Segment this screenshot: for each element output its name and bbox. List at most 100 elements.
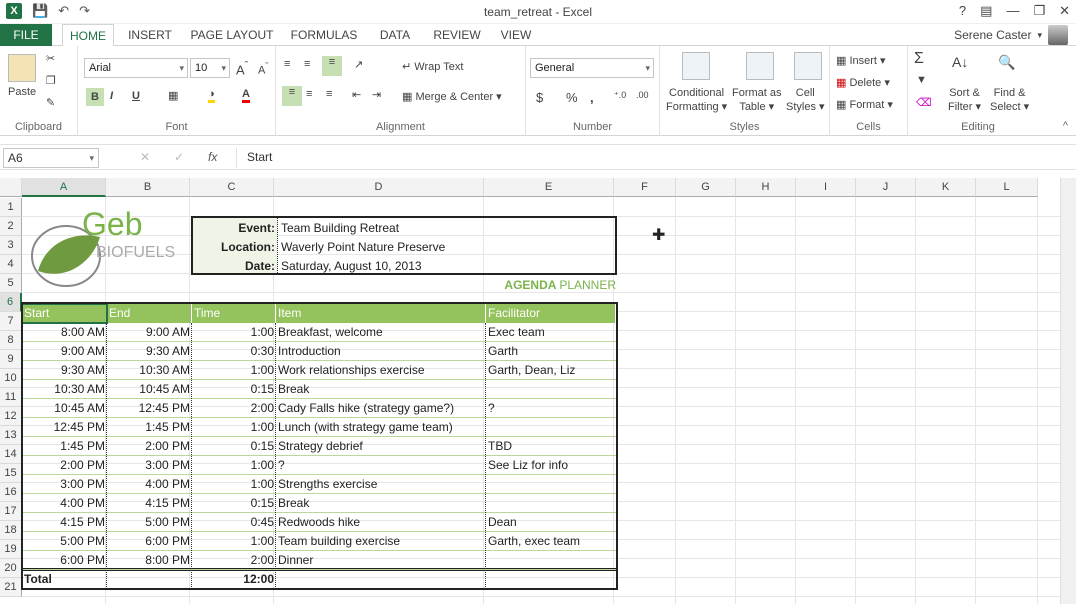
copy-icon[interactable]: ❐: [46, 74, 56, 87]
number-format-select[interactable]: General: [530, 58, 654, 78]
cell-styles-button[interactable]: Cell Styles ▾: [786, 86, 825, 114]
currency-button[interactable]: $: [536, 90, 543, 105]
align-center-icon[interactable]: ≡: [306, 88, 312, 100]
format-as-table-button[interactable]: Format as Table ▾: [732, 86, 782, 114]
clear-icon[interactable]: ⌫: [916, 96, 932, 109]
row-header-5[interactable]: 5: [0, 274, 22, 293]
align-middle-icon[interactable]: ≡: [304, 58, 310, 70]
row-header-9[interactable]: 9: [0, 350, 22, 369]
insert-cells-button[interactable]: ▦ Insert ▾: [836, 54, 886, 67]
tab-home[interactable]: HOME: [62, 24, 114, 47]
select-all-corner[interactable]: [0, 178, 22, 197]
column-header-e[interactable]: E: [484, 178, 614, 197]
font-color-icon[interactable]: A: [242, 88, 250, 103]
close-icon[interactable]: ✕: [1059, 3, 1070, 19]
tab-review[interactable]: REVIEW: [430, 24, 484, 46]
increase-decimal-icon[interactable]: ⁺.0: [614, 90, 626, 101]
align-right-icon[interactable]: ≡: [326, 88, 332, 100]
row-header-17[interactable]: 17: [0, 502, 22, 521]
sort-filter-button[interactable]: Sort & Filter ▾: [948, 86, 981, 114]
borders-icon[interactable]: ▦: [168, 89, 178, 102]
paste-icon[interactable]: [8, 54, 36, 82]
format-as-table-icon[interactable]: [746, 52, 774, 80]
row-header-7[interactable]: 7: [0, 312, 22, 331]
increase-indent-icon[interactable]: ⇥: [372, 88, 381, 101]
column-header-a[interactable]: A: [22, 178, 106, 197]
decrease-indent-icon[interactable]: ⇤: [352, 88, 361, 101]
row-header-20[interactable]: 20: [0, 559, 22, 578]
format-painter-icon[interactable]: ✎: [46, 96, 55, 109]
row-header-1[interactable]: 1: [0, 198, 22, 217]
name-box[interactable]: A6: [3, 148, 99, 168]
column-header-l[interactable]: L: [976, 178, 1038, 197]
align-top-icon[interactable]: ≡: [284, 58, 290, 70]
cell-styles-icon[interactable]: [794, 52, 822, 80]
tab-page-layout[interactable]: PAGE LAYOUT: [188, 24, 276, 46]
percent-button[interactable]: %: [566, 90, 578, 105]
vertical-scrollbar[interactable]: [1060, 178, 1076, 604]
column-header-c[interactable]: C: [190, 178, 274, 197]
enter-icon[interactable]: ✓: [174, 150, 184, 164]
column-header-g[interactable]: G: [676, 178, 736, 197]
column-header-d[interactable]: D: [274, 178, 484, 197]
autosum-icon[interactable]: Σ: [914, 50, 924, 68]
minimize-icon[interactable]: —: [1006, 3, 1019, 19]
paste-button[interactable]: Paste: [8, 86, 36, 98]
delete-cells-button[interactable]: ▦ Delete ▾: [836, 76, 890, 89]
grow-font-icon[interactable]: Aˆ: [236, 60, 248, 77]
font-family-select[interactable]: Arial: [84, 58, 188, 78]
row-header-19[interactable]: 19: [0, 540, 22, 559]
row-header-10[interactable]: 10: [0, 369, 22, 388]
tab-data[interactable]: DATA: [372, 24, 418, 46]
column-header-h[interactable]: H: [736, 178, 796, 197]
row-header-11[interactable]: 11: [0, 388, 22, 407]
ribbon-display-icon[interactable]: ▤: [980, 3, 992, 19]
row-header-2[interactable]: 2: [0, 217, 22, 236]
underline-button[interactable]: U: [132, 90, 140, 102]
column-header-f[interactable]: F: [614, 178, 676, 197]
conditional-formatting-button[interactable]: Conditional Formatting ▾: [666, 86, 727, 114]
tab-insert[interactable]: INSERT: [120, 24, 180, 46]
column-header-b[interactable]: B: [106, 178, 190, 197]
fill-color-icon[interactable]: ◑: [208, 88, 215, 103]
collapse-ribbon-icon[interactable]: ^: [1063, 120, 1068, 132]
date-value[interactable]: Saturday, August 10, 2013: [279, 257, 424, 275]
decrease-decimal-icon[interactable]: .00: [636, 90, 649, 100]
event-value[interactable]: Team Building Retreat: [279, 219, 401, 237]
location-value[interactable]: Waverly Point Nature Preserve: [279, 238, 447, 256]
user-account[interactable]: Serene Caster ▾: [954, 25, 1068, 45]
help-icon[interactable]: ?: [959, 3, 966, 19]
formula-input[interactable]: Start: [236, 148, 1074, 168]
sort-filter-icon[interactable]: A↓: [952, 54, 968, 70]
row-header-16[interactable]: 16: [0, 483, 22, 502]
row-header-8[interactable]: 8: [0, 331, 22, 350]
row-header-14[interactable]: 14: [0, 445, 22, 464]
row-header-3[interactable]: 3: [0, 236, 22, 255]
cut-icon[interactable]: ✂: [46, 52, 55, 65]
align-bottom-icon[interactable]: ≡: [322, 56, 342, 76]
row-header-12[interactable]: 12: [0, 407, 22, 426]
column-header-k[interactable]: K: [916, 178, 976, 197]
row-header-18[interactable]: 18: [0, 521, 22, 540]
row-header-15[interactable]: 15: [0, 464, 22, 483]
align-left-icon[interactable]: ≡: [282, 86, 302, 106]
comma-button[interactable]: ,: [590, 90, 594, 105]
cancel-icon[interactable]: ✕: [140, 150, 150, 164]
format-cells-button[interactable]: ▦ Format ▾: [836, 98, 893, 111]
column-header-j[interactable]: J: [856, 178, 916, 197]
insert-function-icon[interactable]: fx: [208, 150, 217, 164]
conditional-formatting-icon[interactable]: [682, 52, 710, 80]
row-header-6[interactable]: 6: [0, 293, 22, 312]
font-size-select[interactable]: 10: [190, 58, 230, 78]
orientation-icon[interactable]: ↗: [354, 58, 363, 71]
merge-center-button[interactable]: ▦ Merge & Center ▾: [402, 90, 502, 103]
italic-button[interactable]: I: [110, 90, 113, 102]
wrap-text-button[interactable]: ↵ Wrap Text: [402, 60, 463, 73]
fill-icon[interactable]: ▼: [916, 74, 927, 86]
row-header-21[interactable]: 21: [0, 578, 22, 597]
tab-view[interactable]: VIEW: [496, 24, 536, 46]
tab-formulas[interactable]: FORMULAS: [288, 24, 360, 46]
shrink-font-icon[interactable]: Aˇ: [258, 61, 268, 77]
row-header-4[interactable]: 4: [0, 255, 22, 274]
find-select-button[interactable]: Find & Select ▾: [990, 86, 1029, 114]
